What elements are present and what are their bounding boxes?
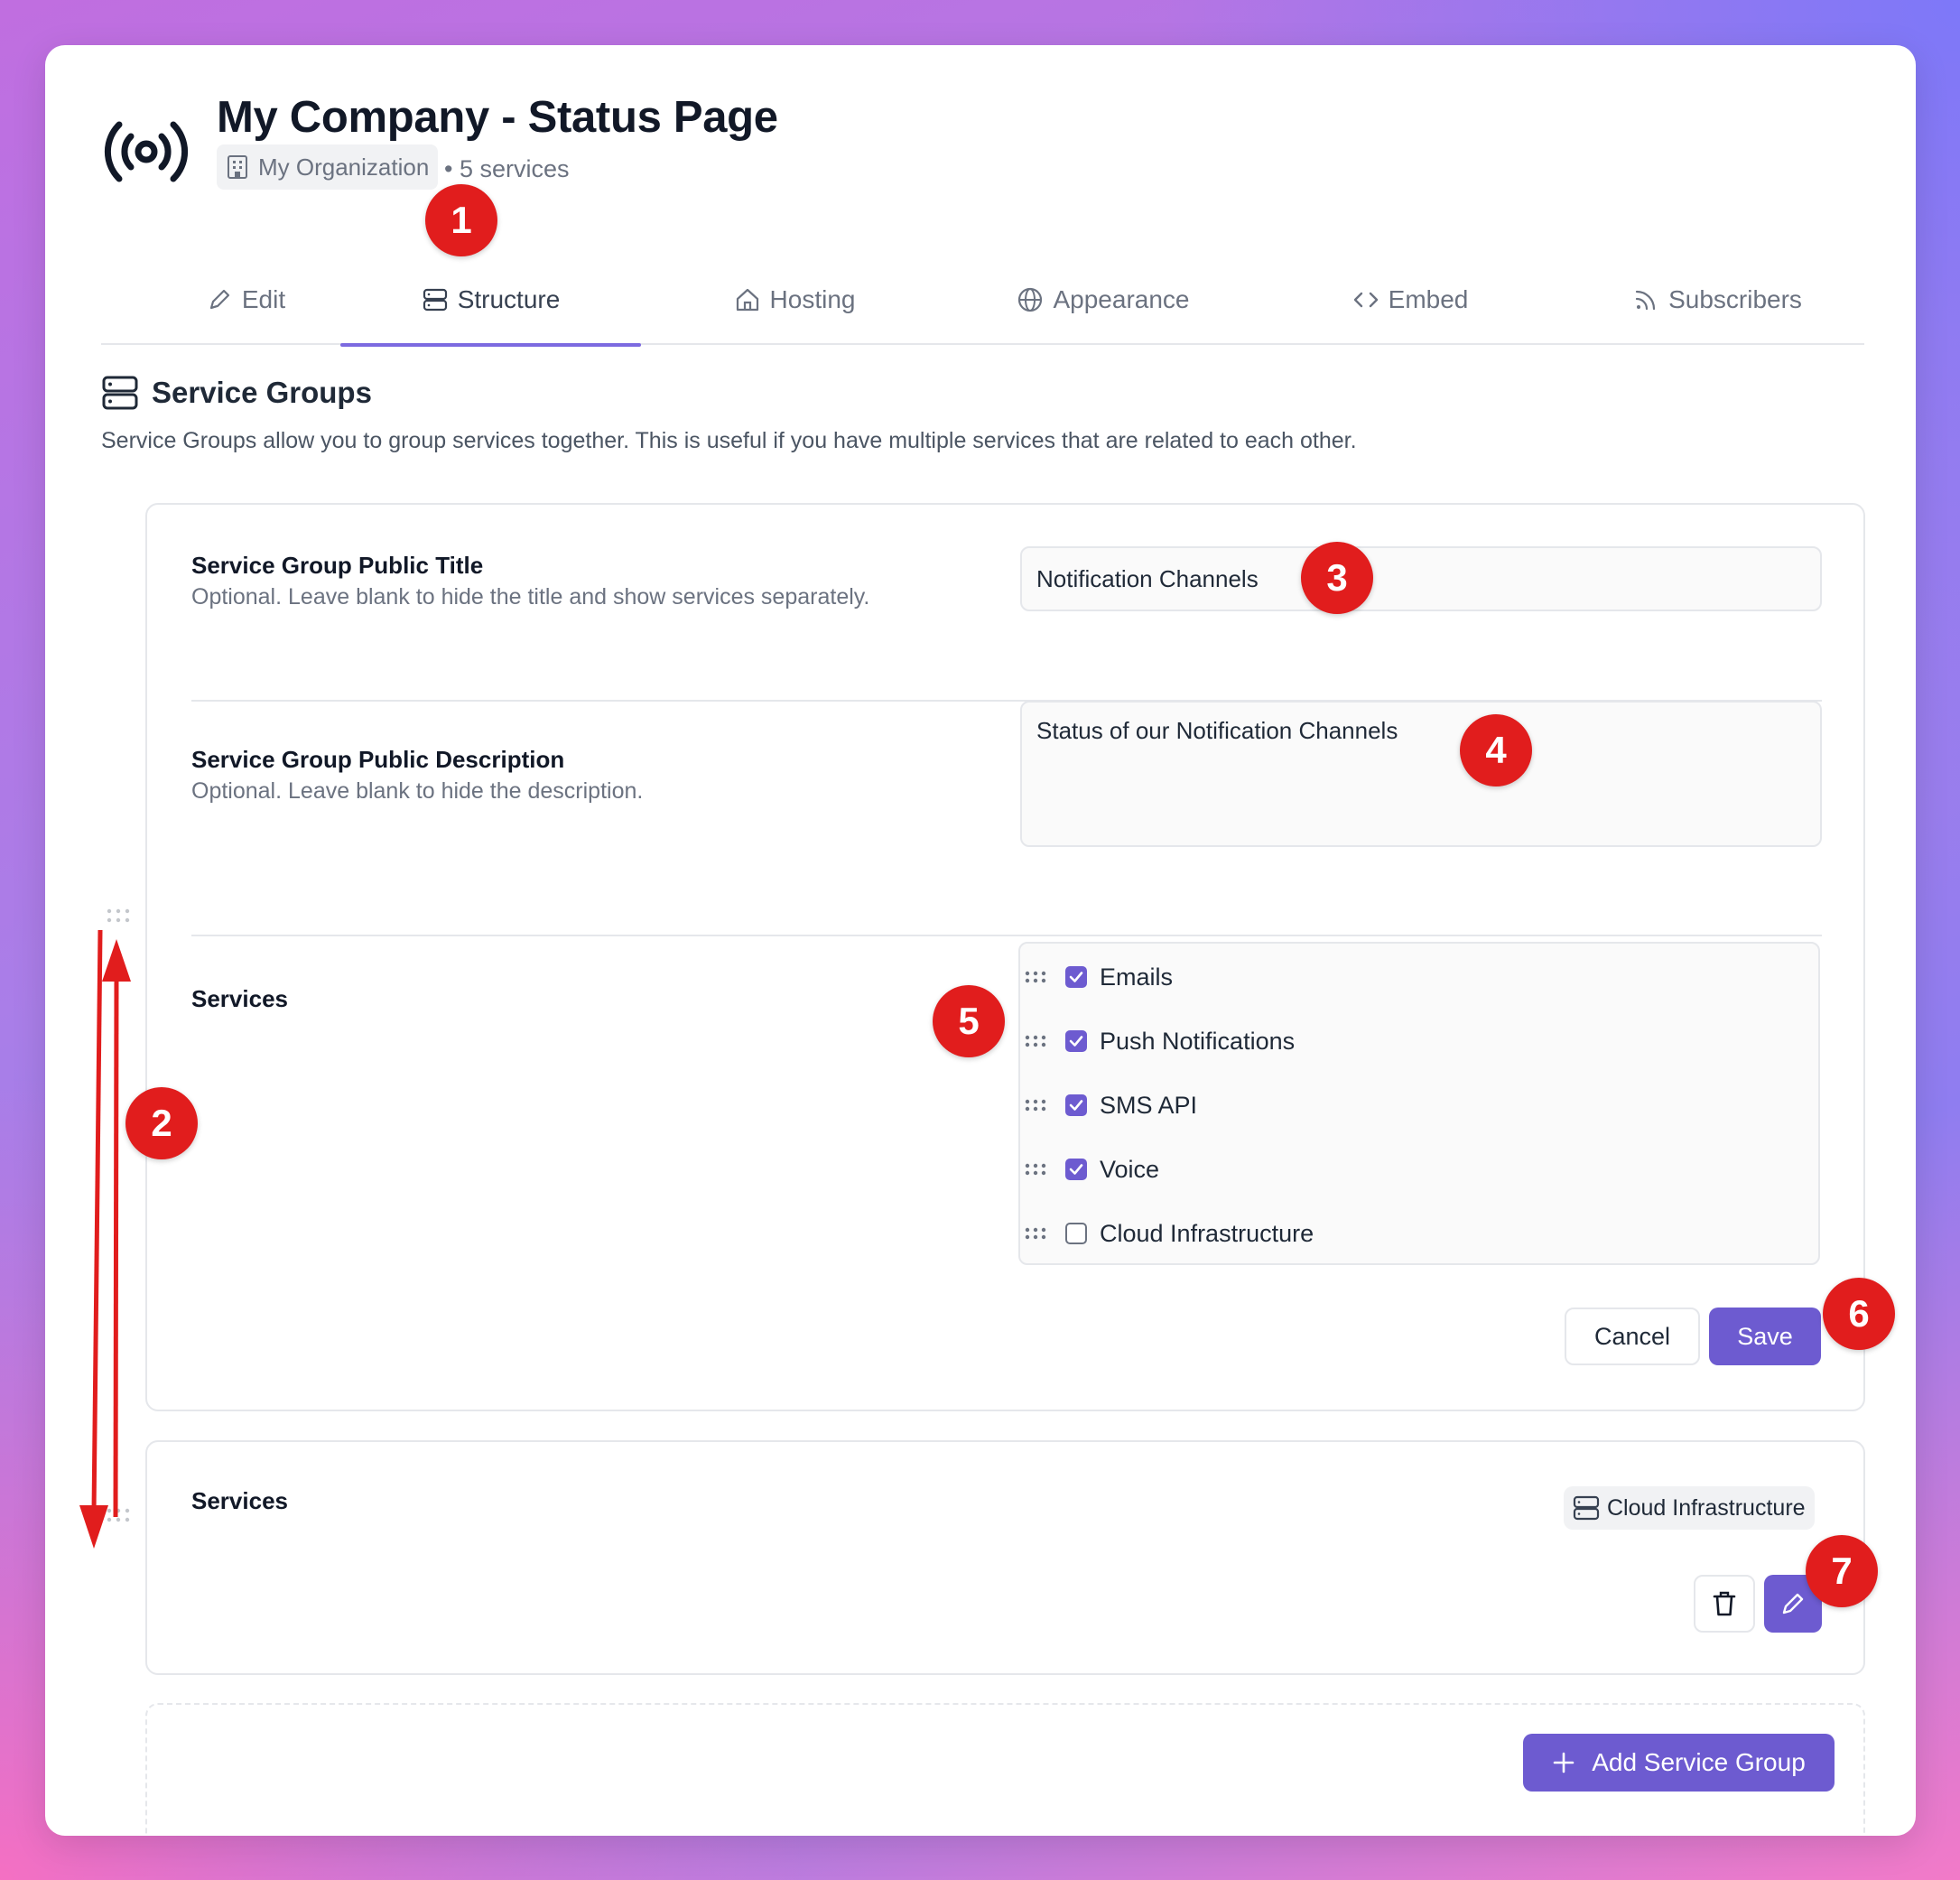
reorder-arrows-annotation <box>79 929 131 1549</box>
drag-handle-icon[interactable] <box>106 907 131 925</box>
tab-structure[interactable]: Structure <box>340 255 641 347</box>
server-icon <box>102 376 138 410</box>
delete-group-button[interactable] <box>1694 1575 1755 1633</box>
title-field-label: Service Group Public Title <box>191 552 484 579</box>
group-title-input[interactable]: Notification Channels <box>1020 546 1822 611</box>
group-title-value: Notification Channels <box>1036 564 1259 592</box>
group-description-value: Status of our Notification Channels <box>1036 717 1398 744</box>
check-icon <box>1069 1100 1083 1111</box>
checkbox-checked[interactable] <box>1065 966 1087 988</box>
tab-subscribers[interactable]: Subscribers <box>1609 255 1825 345</box>
check-icon <box>1069 972 1083 982</box>
drag-handle-icon[interactable] <box>1024 1096 1047 1114</box>
cancel-button[interactable]: Cancel <box>1565 1308 1700 1365</box>
annotation-marker-1: 1 <box>425 184 497 256</box>
plus-icon <box>1553 1752 1575 1773</box>
status-page-card: My Company - Status Page My Organization… <box>45 45 1916 1836</box>
annotation-marker-4: 4 <box>1460 714 1532 786</box>
description-field-hint: Optional. Leave blank to hide the descri… <box>191 778 644 804</box>
organization-name: My Organization <box>258 153 430 181</box>
service-name: SMS API <box>1100 1091 1198 1119</box>
active-tab-indicator <box>340 343 641 347</box>
drag-handle-icon[interactable] <box>1024 1160 1047 1178</box>
home-icon <box>736 288 758 312</box>
service-item-cloud-infrastructure[interactable]: Cloud Infrastructure <box>1020 1211 1314 1256</box>
service-name: Cloud Infrastructure <box>1100 1219 1314 1247</box>
save-button[interactable]: Save <box>1709 1308 1821 1365</box>
trash-icon <box>1713 1591 1736 1616</box>
annotation-marker-5: 5 <box>933 985 1005 1057</box>
services-label: Services <box>191 1487 288 1514</box>
checkbox-checked[interactable] <box>1065 1159 1087 1180</box>
tab-embed[interactable]: Embed <box>1320 255 1500 345</box>
code-icon <box>1353 292 1378 308</box>
title-field-hint: Optional. Leave blank to hide the title … <box>191 584 870 610</box>
drag-handle-icon[interactable] <box>1024 1224 1047 1242</box>
checkbox-checked[interactable] <box>1065 1030 1087 1052</box>
service-group-summary: Services <box>145 1440 1865 1675</box>
pencil-icon <box>1782 1593 1804 1615</box>
globe-icon <box>1018 287 1043 312</box>
broadcast-icon <box>104 121 189 182</box>
tab-bar: Edit Structure Hosting Appearance Embed … <box>101 255 1864 347</box>
services-field-label: Services <box>191 985 288 1012</box>
annotation-marker-3: 3 <box>1301 542 1373 614</box>
service-item-voice[interactable]: Voice <box>1020 1147 1159 1192</box>
tab-edit[interactable]: Edit <box>155 255 336 345</box>
service-name: Voice <box>1100 1155 1160 1183</box>
section-description: Service Groups allow you to group servic… <box>101 428 1357 453</box>
service-name: Push Notifications <box>1100 1027 1296 1055</box>
checkbox-checked[interactable] <box>1065 1094 1087 1116</box>
drag-handle-icon[interactable] <box>1024 968 1047 986</box>
organization-badge[interactable]: My Organization <box>217 144 439 190</box>
services-count: • 5 services <box>444 155 570 182</box>
service-item-emails[interactable]: Emails <box>1020 954 1173 1000</box>
rss-icon <box>1635 290 1656 311</box>
page-title: My Company - Status Page <box>217 93 778 142</box>
service-item-push-notifications[interactable]: Push Notifications <box>1020 1019 1295 1064</box>
server-icon <box>1573 1495 1600 1521</box>
server-icon <box>423 288 447 312</box>
group-description-textarea[interactable]: Status of our Notification Channels <box>1020 701 1822 847</box>
service-item-sms-api[interactable]: SMS API <box>1020 1083 1197 1128</box>
drag-handle-icon[interactable] <box>1024 1032 1047 1050</box>
description-field-label: Service Group Public Description <box>191 746 565 773</box>
checkbox-unchecked[interactable] <box>1065 1223 1087 1244</box>
building-icon <box>228 155 247 179</box>
check-icon <box>1069 1036 1083 1047</box>
service-chip: Cloud Infrastructure <box>1564 1486 1815 1530</box>
tab-hosting[interactable]: Hosting <box>704 255 885 345</box>
divider <box>191 935 1822 936</box>
annotation-marker-6: 6 <box>1823 1278 1895 1350</box>
services-checklist: Emails Push Notifications SMS API Voice … <box>1018 942 1820 1265</box>
check-icon <box>1069 1164 1083 1175</box>
section-title: Service Groups <box>152 376 372 409</box>
service-chip-label: Cloud Infrastructure <box>1607 1494 1806 1521</box>
annotation-marker-7: 7 <box>1806 1535 1878 1607</box>
annotation-marker-2: 2 <box>125 1087 198 1159</box>
add-service-group-button[interactable]: Add Service Group <box>1523 1734 1835 1792</box>
add-service-group-label: Add Service Group <box>1592 1748 1806 1776</box>
pencil-icon <box>209 289 229 310</box>
service-name: Emails <box>1100 963 1174 991</box>
tab-appearance[interactable]: Appearance <box>995 255 1212 345</box>
